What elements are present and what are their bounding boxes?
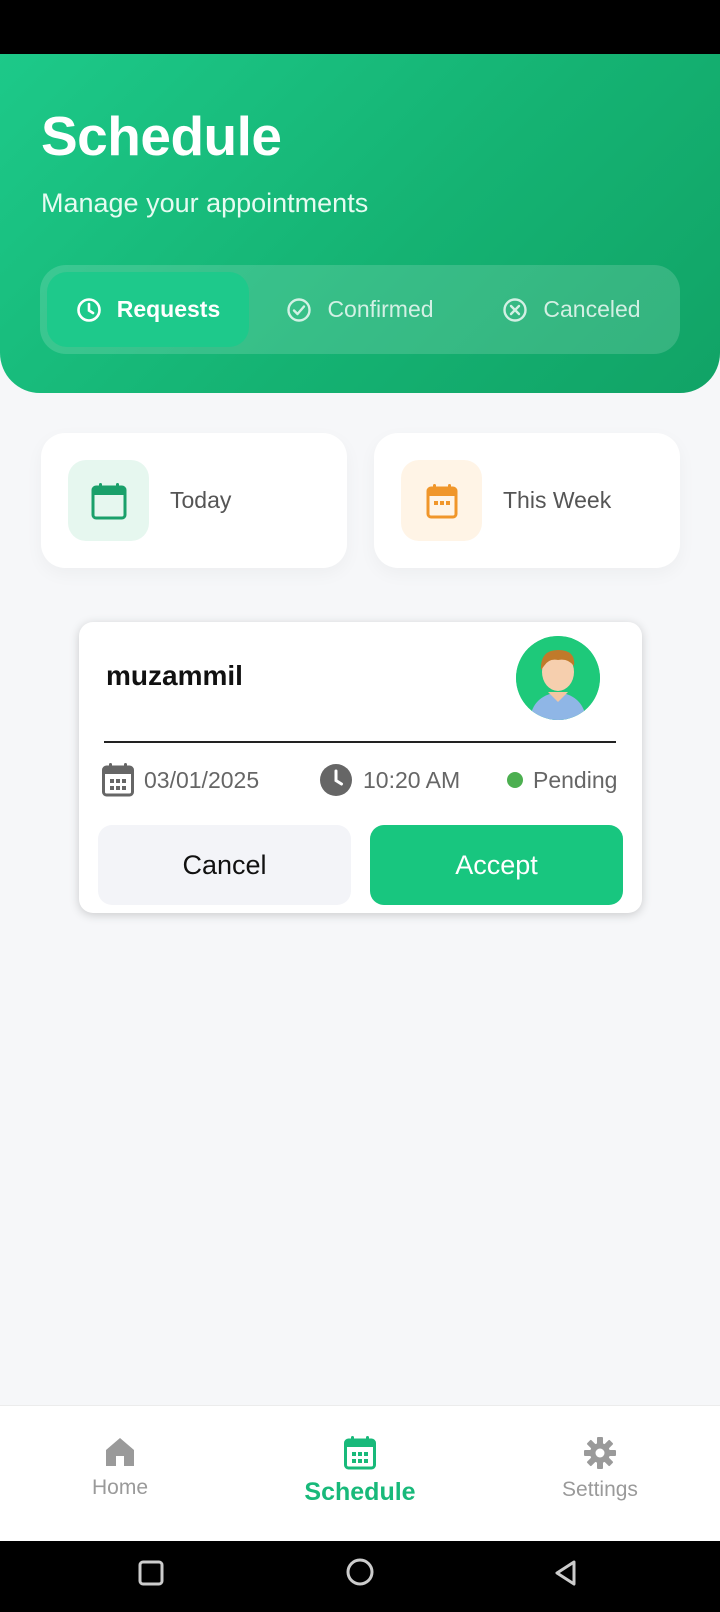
check-circle-icon: [287, 297, 312, 322]
system-navigation-bar: [0, 1541, 720, 1612]
accept-button[interactable]: Accept: [370, 825, 623, 905]
gear-icon: [584, 1437, 616, 1469]
bottom-navigation: Home Schedule Settings: [0, 1405, 720, 1541]
tab-requests-label: Requests: [116, 296, 221, 322]
status-bar: [0, 0, 720, 54]
appointment-time-text: 10:20 AM: [363, 766, 461, 793]
status-badge: Pending: [507, 760, 617, 800]
today-icon-box: [68, 460, 149, 541]
avatar: [516, 636, 600, 720]
nav-schedule[interactable]: Schedule: [280, 1436, 440, 1507]
cancel-button[interactable]: Cancel: [98, 825, 351, 905]
this-week-card[interactable]: This Week: [374, 433, 680, 568]
tab-canceled-label: Canceled: [543, 296, 641, 322]
clock-icon: [76, 297, 101, 322]
tab-canceled[interactable]: Canceled: [470, 272, 673, 347]
tab-confirmed[interactable]: Confirmed: [260, 272, 460, 347]
clock-icon: [320, 764, 352, 796]
appointment-date: 03/01/2025: [102, 760, 259, 800]
card-divider: [104, 741, 616, 743]
calendar-icon: [344, 1436, 376, 1470]
today-card[interactable]: Today: [41, 433, 347, 568]
appointment-time: 10:20 AM: [319, 760, 460, 800]
nav-settings[interactable]: Settings: [520, 1436, 680, 1502]
back-triangle-icon[interactable]: [552, 1559, 580, 1587]
nav-home-label: Home: [91, 1476, 149, 1499]
recent-apps-icon[interactable]: [137, 1559, 165, 1587]
appointment-card: muzammil 03/01/2025 10:20 AM Pending Can…: [79, 622, 642, 913]
page-subtitle: Manage your appointments: [41, 188, 369, 218]
patient-name: muzammil: [106, 660, 243, 691]
page-title: Schedule: [41, 105, 282, 167]
nav-settings-label: Settings: [562, 1478, 638, 1501]
nav-schedule-label: Schedule: [304, 1478, 416, 1506]
schedule-header: Schedule Manage your appointments Reques…: [0, 54, 720, 393]
calendar-icon: [91, 482, 126, 519]
status-tab-bar: Requests Confirmed Canceled: [40, 265, 680, 354]
this-week-icon-box: [401, 460, 482, 541]
nav-home[interactable]: Home: [40, 1436, 200, 1500]
today-label: Today: [170, 487, 232, 513]
tab-requests[interactable]: Requests: [47, 272, 249, 347]
x-circle-icon: [503, 297, 528, 322]
status-text: Pending: [533, 766, 618, 793]
tab-confirmed-label: Confirmed: [327, 296, 434, 322]
calendar-icon: [102, 763, 134, 797]
this-week-label: This Week: [503, 487, 612, 513]
appointment-date-text: 03/01/2025: [144, 766, 260, 793]
person-avatar-icon: [516, 636, 600, 720]
status-dot: [507, 772, 523, 788]
calendar-week-icon: [426, 483, 457, 518]
home-circle-icon[interactable]: [345, 1557, 375, 1587]
home-icon: [106, 1438, 134, 1466]
